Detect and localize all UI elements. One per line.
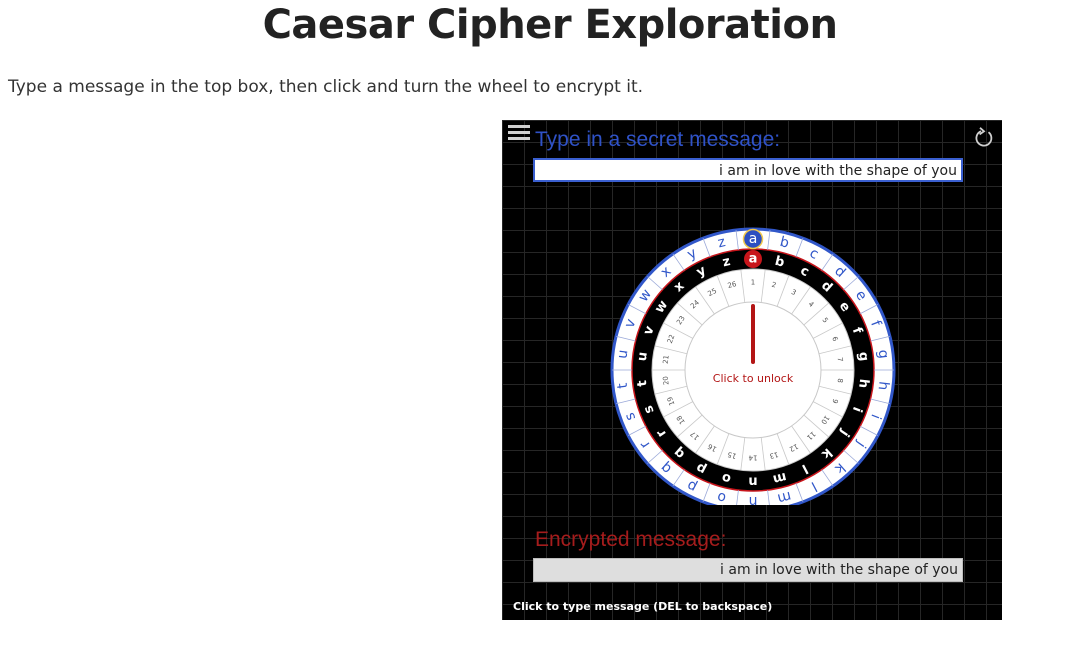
cipher-letter: a bbox=[749, 252, 758, 267]
shift-number: 14 bbox=[748, 454, 757, 462]
cipher-letter: g bbox=[855, 351, 871, 362]
page-title: Caesar Cipher Exploration bbox=[262, 2, 838, 48]
shift-number: 20 bbox=[662, 376, 671, 386]
encrypted-message-label: Encrypted message: bbox=[535, 528, 727, 551]
plain-letter: a bbox=[749, 231, 758, 247]
cipher-letter: u bbox=[635, 351, 651, 362]
cipher-wheel[interactable]: aa1bb2cc3dd4ee5 ff6gg7hh8ii9jj10kk11ll12m… bbox=[603, 225, 903, 505]
plain-letter: g bbox=[875, 349, 892, 360]
unlock-label[interactable]: Click to unlock bbox=[713, 372, 794, 385]
shift-number: 8 bbox=[836, 378, 844, 383]
shift-number: 7 bbox=[836, 357, 844, 362]
reset-arrow-icon[interactable] bbox=[972, 126, 996, 150]
caesar-applet[interactable]: Type in a secret message: i am in love w… bbox=[502, 120, 1002, 620]
plain-letter: n bbox=[749, 493, 758, 505]
plain-letter: u bbox=[614, 349, 631, 360]
instructions-text: Type a message in the top box, then clic… bbox=[8, 77, 644, 97]
footer-hint: Click to type message (DEL to backspace) bbox=[513, 600, 773, 613]
shift-number: 1 bbox=[751, 279, 755, 287]
encrypted-message-output: i am in love with the shape of you bbox=[533, 558, 963, 582]
hamburger-menu-icon[interactable] bbox=[508, 125, 530, 143]
secret-message-input[interactable]: i am in love with the shape of you bbox=[533, 158, 963, 182]
shift-number: 21 bbox=[662, 355, 671, 365]
secret-message-label: Type in a secret message: bbox=[535, 128, 781, 151]
cipher-letter: n bbox=[748, 474, 757, 489]
cipher-letter: h bbox=[855, 378, 871, 389]
